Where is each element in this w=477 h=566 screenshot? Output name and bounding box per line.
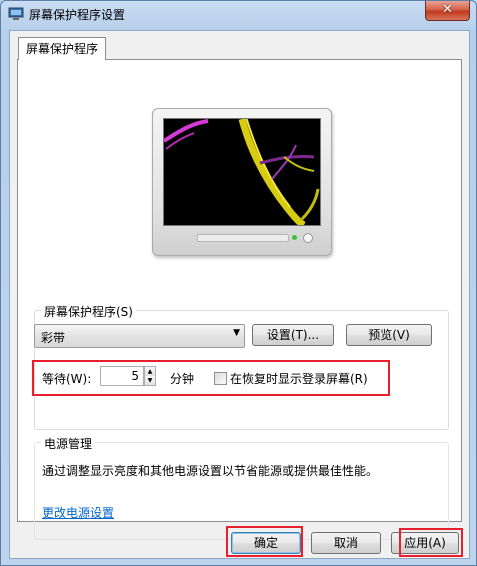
cancel-button[interactable]: 取消 (311, 532, 381, 554)
ribbons-preview-image (164, 119, 320, 225)
change-power-settings-link[interactable]: 更改电源设置 (42, 504, 114, 521)
chevron-down-icon: ▼ (233, 328, 240, 338)
screensaver-select[interactable]: 彩带 ▼ (34, 324, 245, 348)
dialog-client-area: 屏幕保护程序 屏幕保护程序(S) 彩带 ▼ 设置(T)... 预览(V) 等待(… (9, 30, 470, 559)
screensaver-select-value: 彩带 (41, 331, 66, 345)
screensaver-preview-screen (163, 118, 321, 226)
settings-button[interactable]: 设置(T)... (252, 324, 334, 346)
close-button[interactable]: ✕ (425, 1, 470, 21)
display-settings-icon (8, 7, 24, 20)
screensaver-group-label: 屏幕保护程序(S) (41, 303, 136, 320)
power-led (292, 235, 297, 240)
tab-screensaver[interactable]: 屏幕保护程序 (18, 37, 106, 60)
power-description: 通过调整显示亮度和其他电源设置以节省能源或提供最佳性能。 (42, 464, 379, 478)
monitor-preview (152, 108, 332, 256)
ok-highlight-box (226, 526, 303, 557)
dialog-window: 屏幕保护程序设置 ✕ 屏幕保护程序 屏幕保护程序(S) 彩带 ▼ 设置(T)..… (0, 0, 477, 566)
wait-highlight-box (32, 360, 390, 396)
tab-panel: 屏幕保护程序(S) 彩带 ▼ 设置(T)... 预览(V) 等待(W): 5 ▲… (17, 59, 462, 540)
monitor-bezel-bar (197, 234, 289, 242)
close-icon: ✕ (442, 2, 453, 17)
preview-button[interactable]: 预览(V) (346, 324, 432, 346)
power-group-label: 电源管理 (41, 435, 96, 452)
apply-highlight-box (399, 528, 463, 557)
window-title: 屏幕保护程序设置 (29, 8, 126, 22)
title-bar[interactable]: 屏幕保护程序设置 ✕ (1, 1, 476, 29)
monitor-power-button (303, 233, 313, 243)
